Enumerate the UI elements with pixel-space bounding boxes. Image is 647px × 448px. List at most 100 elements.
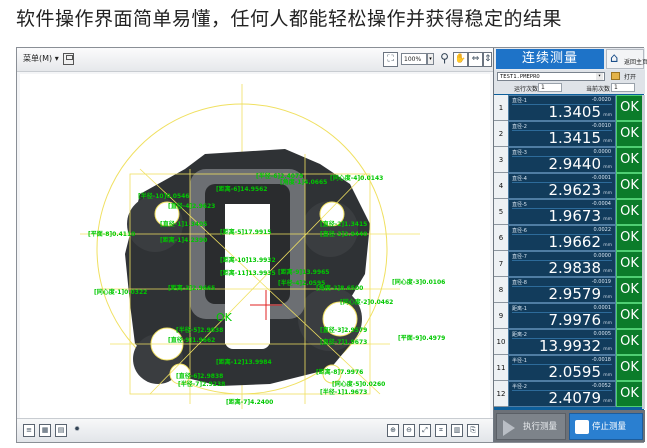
row-name: 距离-2: [512, 332, 527, 338]
measurement-canvas[interactable]: OK [同心度-4]0.0143 [距离-6]14.9562 [半径-10]0.…: [20, 74, 490, 418]
list-icon[interactable]: ≡: [23, 424, 35, 437]
row-status: OK: [616, 277, 643, 303]
panel-actions: 执行测量 停止测量: [494, 410, 645, 442]
row-body: 半径-2 -0.0052 2.4079 mm: [508, 381, 616, 407]
row-number: 5: [494, 199, 508, 225]
stop-button[interactable]: 停止测量: [569, 413, 643, 440]
row-status: OK: [616, 303, 643, 329]
viewer-statusbar: ≡ ▦ ▤ ✹ ⊕ ⊖ ⤢ ⌗ ▥ ⎘: [17, 418, 493, 442]
row-unit: mm: [603, 373, 612, 378]
row-status: OK: [616, 147, 643, 173]
measurement-row[interactable]: 1 直径-1 -0.0020 1.3405 mm OK: [494, 95, 645, 121]
stop-icon: [575, 420, 589, 434]
row-unit: mm: [603, 347, 612, 352]
measurement-row[interactable]: 6 直径-6 0.0022 1.9662 mm OK: [494, 225, 645, 251]
row-number: 4: [494, 173, 508, 199]
measurement-row[interactable]: 11 半径-1 -0.0018 2.0595 mm OK: [494, 355, 645, 381]
program-select[interactable]: TEST1.PMEPRO ▾: [497, 72, 605, 81]
fit-icon[interactable]: ⛶: [383, 52, 398, 67]
folder-icon[interactable]: [611, 72, 620, 80]
row-value: 1.9673: [548, 207, 602, 225]
row-name: 半径-2: [512, 384, 527, 390]
annotation-label: [同心度-3]0.0106: [392, 278, 445, 286]
annotation-label: [直径-1]1.3405: [160, 220, 207, 228]
stop-label: 停止测量: [592, 422, 627, 432]
list-scrollbar[interactable]: [642, 95, 645, 409]
row-number: 8: [494, 277, 508, 303]
row-name: 直径-2: [512, 124, 527, 130]
row-body: 直径-5 -0.0004 1.9673 mm: [508, 199, 616, 225]
annotation-label: [距离-6]14.9562: [216, 185, 267, 193]
chart-icon[interactable]: ▤: [55, 424, 67, 437]
home-icon: ⌂: [610, 51, 619, 66]
annotation-label: [直径-4]2.9623: [168, 202, 215, 210]
row-number: 7: [494, 251, 508, 277]
execute-label: 执行测量: [523, 422, 558, 432]
row-status: OK: [616, 121, 643, 147]
zoom-icon[interactable]: ⚲: [437, 52, 452, 67]
run-count-field[interactable]: 1: [538, 83, 562, 92]
zoom-select[interactable]: 100%: [401, 53, 427, 65]
row-unit: mm: [603, 295, 612, 300]
home-button[interactable]: ⌂ 返回主页: [606, 49, 647, 69]
crop-icon[interactable]: ⌗: [435, 424, 447, 437]
chevron-down-icon[interactable]: ▾: [596, 73, 603, 80]
program-bar: TEST1.PMEPRO ▾ 打开 运行次数 1 当前次数 1: [494, 70, 645, 94]
row-status: OK: [616, 225, 643, 251]
measurement-row[interactable]: 12 半径-2 -0.0052 2.4079 mm OK: [494, 381, 645, 407]
annotation-label: [直径-2]1.3415: [320, 220, 367, 228]
annotation-label: [距离-10]13.9932: [220, 256, 276, 264]
row-number: 2: [494, 121, 508, 147]
measurement-row[interactable]: 4 直径-4 -0.0001 2.9623 mm OK: [494, 173, 645, 199]
measurement-row[interactable]: 2 直径-2 -0.0010 1.3415 mm OK: [494, 121, 645, 147]
fit-width-icon[interactable]: ⇔: [468, 52, 483, 67]
row-status: OK: [616, 95, 643, 121]
annotation-label: [距离-12]13.9984: [216, 358, 272, 366]
row-body: 直径-2 -0.0010 1.3415 mm: [508, 121, 616, 147]
annotation-label: [同心度-4]0.0143: [330, 174, 383, 182]
export-icon[interactable]: ⎘: [467, 424, 479, 437]
row-status: OK: [616, 251, 643, 277]
annotation-label: [同心度-5]0.0260: [332, 380, 385, 388]
measurement-row[interactable]: 3 直径-3 0.0000 2.9440 mm OK: [494, 147, 645, 173]
program-name: TEST1.PMEPRO: [500, 74, 540, 80]
measurement-row[interactable]: 10 距离-2 0.0005 13.9932 mm OK: [494, 329, 645, 355]
row-status: OK: [616, 381, 643, 407]
execute-button[interactable]: 执行测量: [496, 413, 566, 440]
play-icon: [503, 420, 515, 436]
fit-height-icon[interactable]: ⇕: [483, 52, 492, 67]
table-icon[interactable]: ▥: [451, 424, 463, 437]
annotation-label: [距离-8]7.9976: [316, 368, 363, 376]
open-label[interactable]: 打开: [624, 72, 636, 81]
row-number: 11: [494, 355, 508, 381]
annotation-label: [半径-7]2.9238: [178, 380, 225, 388]
zoom-out-icon[interactable]: ⊖: [403, 424, 415, 437]
annotation-label: [半径-1]1.9673: [320, 388, 367, 396]
row-number: 10: [494, 329, 508, 355]
row-value: 13.9932: [538, 337, 601, 355]
annotation-label: [平面-8]0.4110: [88, 230, 135, 238]
chevron-down-icon[interactable]: ▾: [427, 53, 434, 65]
current-count-label: 当前次数: [586, 86, 611, 93]
row-name: 直径-5: [512, 202, 527, 208]
grid-icon[interactable]: ▦: [39, 424, 51, 437]
row-body: 直径-6 0.0022 1.9662 mm: [508, 225, 616, 251]
app-window: 菜单(M) ▾ ⛶ 100% ▾ ⚲ ✋ ⇔ ⇕ OK [同心度-4]0.014…: [16, 47, 647, 443]
save-icon[interactable]: [63, 53, 74, 65]
measurement-row[interactable]: 9 距离-1 0.0001 7.9976 mm OK: [494, 303, 645, 329]
fit-icon[interactable]: ⤢: [419, 424, 431, 437]
measurement-row[interactable]: 8 直径-8 -0.0019 2.9579 mm OK: [494, 277, 645, 303]
annotation-label: [距离-5]17.9915: [220, 228, 271, 236]
measurement-row[interactable]: 5 直径-5 -0.0004 1.9673 mm OK: [494, 199, 645, 225]
pan-icon[interactable]: ✋: [453, 52, 468, 67]
row-value: 2.9440: [548, 155, 602, 173]
light-icon[interactable]: ✹: [71, 424, 83, 437]
image-viewer: 菜单(M) ▾ ⛶ 100% ▾ ⚲ ✋ ⇔ ⇕ OK [同心度-4]0.014…: [17, 48, 493, 442]
menu-button[interactable]: 菜单(M) ▾: [23, 53, 59, 64]
row-body: 直径-8 -0.0019 2.9579 mm: [508, 277, 616, 303]
row-number: 12: [494, 381, 508, 407]
zoom-in-icon[interactable]: ⊕: [387, 424, 399, 437]
row-body: 直径-1 -0.0020 1.3405 mm: [508, 95, 616, 121]
row-name: 直径-7: [512, 254, 527, 260]
measurement-row[interactable]: 7 直径-7 0.0000 2.9838 mm OK: [494, 251, 645, 277]
